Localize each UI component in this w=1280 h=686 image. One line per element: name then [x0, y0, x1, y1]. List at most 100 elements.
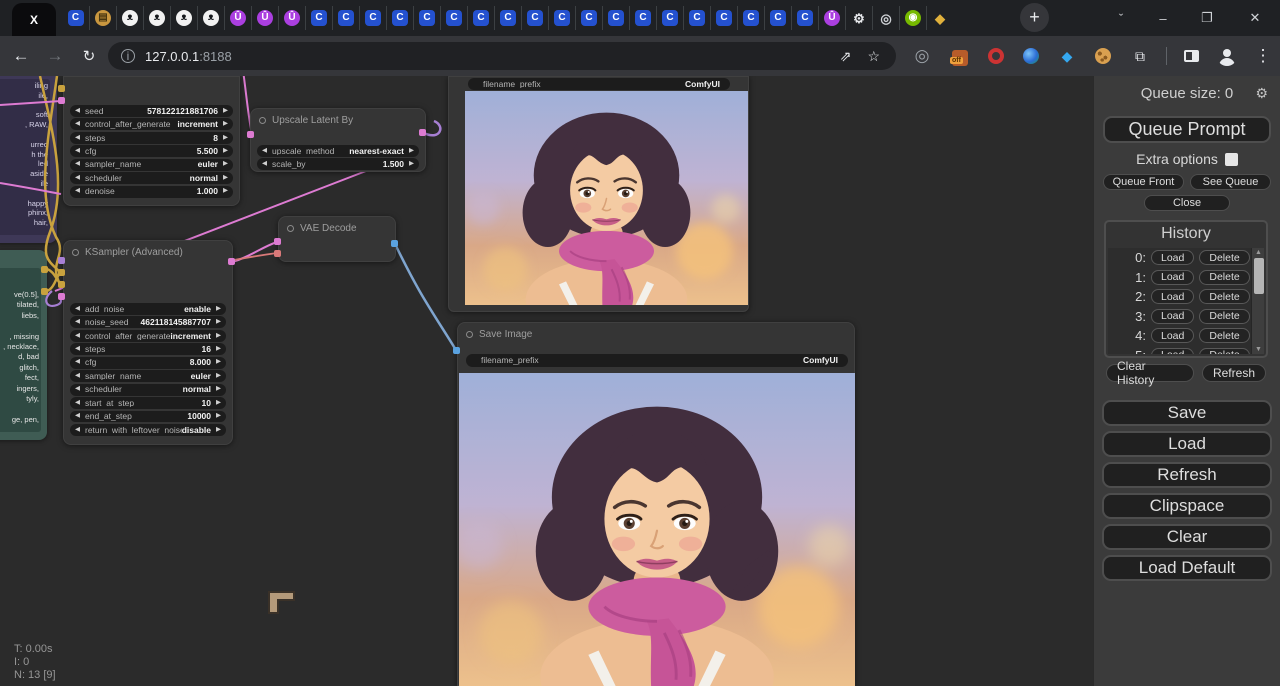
browser-tab[interactable]: C: [305, 6, 332, 30]
gem-extension-icon[interactable]: ◆: [1050, 36, 1084, 76]
share-icon[interactable]: ⇗: [840, 48, 852, 65]
history-scrollbar[interactable]: ▲ ▼: [1251, 248, 1264, 354]
node-widget[interactable]: ◀ return_with_leftover_noise disable ▶: [70, 424, 226, 436]
upscale-input-samples-port[interactable]: [247, 131, 254, 138]
close-button[interactable]: Close: [1144, 195, 1230, 211]
browser-tab[interactable]: ▤: [89, 6, 116, 30]
widget-left-arrow-icon[interactable]: ◀: [75, 188, 80, 195]
history-delete-button[interactable]: Delete: [1199, 348, 1249, 354]
widget-right-arrow-icon[interactable]: ▶: [216, 319, 221, 326]
vae-decode-node[interactable]: VAE Decode: [278, 216, 396, 262]
clear-history-button[interactable]: Clear History: [1106, 364, 1194, 382]
ksampler-adv-input-negative-port[interactable]: [58, 281, 65, 288]
new-tab-button[interactable]: +: [1020, 3, 1049, 32]
negative-node-output-port[interactable]: [41, 266, 48, 273]
node-widget[interactable]: ◀ sampler_name euler ▶: [70, 159, 233, 171]
browser-tab[interactable]: C: [440, 6, 467, 30]
history-scroll-thumb[interactable]: [1254, 258, 1264, 294]
widget-left-arrow-icon[interactable]: ◀: [75, 373, 80, 380]
browser-tab[interactable]: Û: [251, 6, 278, 30]
widget-right-arrow-icon[interactable]: ▶: [223, 108, 228, 115]
browser-tab[interactable]: C: [467, 6, 494, 30]
group-corner-handle[interactable]: [268, 591, 295, 614]
save-image-input-images-port[interactable]: [453, 347, 460, 354]
browser-tab[interactable]: Û: [224, 6, 251, 30]
sidebar-button-refresh[interactable]: Refresh: [1102, 462, 1272, 488]
clip-text-encode-negative-node[interactable]: ve(0.5],tilated,liebs, , missing, neckla…: [0, 250, 47, 440]
node-widget[interactable]: ◀ add_noise enable ▶: [70, 303, 226, 315]
browser-tab[interactable]: ᴥ: [116, 6, 143, 30]
widget-right-arrow-icon[interactable]: ▶: [216, 346, 221, 353]
browser-tab[interactable]: C: [548, 6, 575, 30]
node-widget[interactable]: ◀ steps 8 ▶: [70, 132, 233, 144]
widget-left-arrow-icon[interactable]: ◀: [75, 148, 80, 155]
bookmark-star-icon[interactable]: ☆: [867, 48, 880, 65]
sidebar-button-save[interactable]: Save: [1102, 400, 1272, 426]
globe-extension-icon[interactable]: ◎: [905, 36, 939, 76]
forward-button[interactable]: →: [38, 36, 72, 76]
ksampler-advanced-node[interactable]: KSampler (Advanced) ◀ add_noise enable ▶…: [63, 240, 233, 445]
history-refresh-button[interactable]: Refresh: [1202, 364, 1266, 382]
widget-right-arrow-icon[interactable]: ▶: [216, 373, 221, 380]
vae-output-image-port[interactable]: [391, 240, 398, 247]
browser-tab[interactable]: ᴥ: [170, 6, 197, 30]
browser-tab[interactable]: C: [656, 6, 683, 30]
site-info-icon[interactable]: i: [121, 49, 135, 63]
heater-extension-icon[interactable]: off: [952, 50, 968, 66]
profile-avatar[interactable]: [1217, 46, 1237, 66]
node-widget[interactable]: ◀ sampler_name euler ▶: [70, 370, 226, 382]
browser-tab[interactable]: ◉: [899, 6, 926, 30]
widget-right-arrow-icon[interactable]: ▶: [216, 333, 221, 340]
back-button[interactable]: ←: [4, 36, 38, 76]
history-delete-button[interactable]: Delete: [1199, 289, 1249, 304]
history-delete-button[interactable]: Delete: [1199, 309, 1249, 324]
see-queue-button[interactable]: See Queue: [1190, 174, 1271, 190]
ksampler-adv-input-positive-port[interactable]: [58, 269, 65, 276]
widget-right-arrow-icon[interactable]: ▶: [216, 427, 221, 434]
browser-tab[interactable]: Û: [818, 6, 845, 30]
widget-right-arrow-icon[interactable]: ▶: [223, 188, 228, 195]
preview-image-node[interactable]: ◀ filename_prefix ComfyUI: [448, 76, 749, 312]
history-load-button[interactable]: Load: [1151, 328, 1194, 343]
active-browser-tab[interactable]: X: [12, 3, 56, 36]
browser-tab[interactable]: C: [602, 6, 629, 30]
sidebar-button-clear[interactable]: Clear: [1102, 524, 1272, 550]
browser-tab[interactable]: ◎: [872, 6, 899, 30]
red-o-extension-icon[interactable]: [988, 48, 1004, 64]
widget-right-arrow-icon[interactable]: ▶: [223, 148, 228, 155]
history-load-button[interactable]: Load: [1151, 309, 1194, 324]
widget-right-arrow-icon[interactable]: ▶: [223, 175, 228, 182]
widget-left-arrow-icon[interactable]: ◀: [75, 121, 80, 128]
node-widget[interactable]: ◀ control_after_generate increment ▶: [70, 118, 233, 130]
upscale-latent-node[interactable]: Upscale Latent By ◀ upscale_method neare…: [250, 108, 426, 172]
widget-right-arrow-icon[interactable]: ▶: [216, 386, 221, 393]
history-load-button[interactable]: Load: [1151, 270, 1194, 285]
history-delete-button[interactable]: Delete: [1199, 270, 1249, 285]
widget-left-arrow-icon[interactable]: ◀: [75, 427, 80, 434]
widget-left-arrow-icon[interactable]: ◀: [262, 148, 267, 155]
browser-tab[interactable]: ᴥ: [143, 6, 170, 30]
history-delete-button[interactable]: Delete: [1199, 250, 1249, 265]
browser-tab[interactable]: C: [521, 6, 548, 30]
ksampler-input-conditioning-port[interactable]: [58, 85, 65, 92]
node-widget[interactable]: ◀ denoise 1.000 ▶: [70, 186, 233, 198]
node-widget[interactable]: ◀ start_at_step 10 ▶: [70, 397, 226, 409]
sidebar-button-load[interactable]: Load: [1102, 431, 1272, 457]
node-widget[interactable]: ◀ end_at_step 10000 ▶: [70, 411, 226, 423]
widget-left-arrow-icon[interactable]: ◀: [75, 333, 80, 340]
widget-right-arrow-icon[interactable]: ▶: [223, 161, 228, 168]
widget-right-arrow-icon[interactable]: ▶: [409, 161, 414, 168]
sidebar-button-load-default[interactable]: Load Default: [1102, 555, 1272, 581]
widget-left-arrow-icon[interactable]: ◀: [75, 346, 80, 353]
tab-search-chevron-icon[interactable]: ˇ: [1100, 0, 1142, 36]
browser-tab[interactable]: ᴥ: [197, 6, 224, 30]
earth-extension-icon[interactable]: [1023, 48, 1039, 64]
history-load-button[interactable]: Load: [1151, 250, 1194, 265]
widget-left-arrow-icon[interactable]: ◀: [75, 306, 80, 313]
browser-tab[interactable]: C: [683, 6, 710, 30]
minimize-button[interactable]: –: [1142, 0, 1184, 36]
node-widget[interactable]: ◀ steps 16 ▶: [70, 343, 226, 355]
node-collapse-icon[interactable]: [259, 117, 266, 124]
scroll-up-icon[interactable]: ▲: [1252, 248, 1265, 257]
widget-left-arrow-icon[interactable]: ◀: [262, 161, 267, 168]
